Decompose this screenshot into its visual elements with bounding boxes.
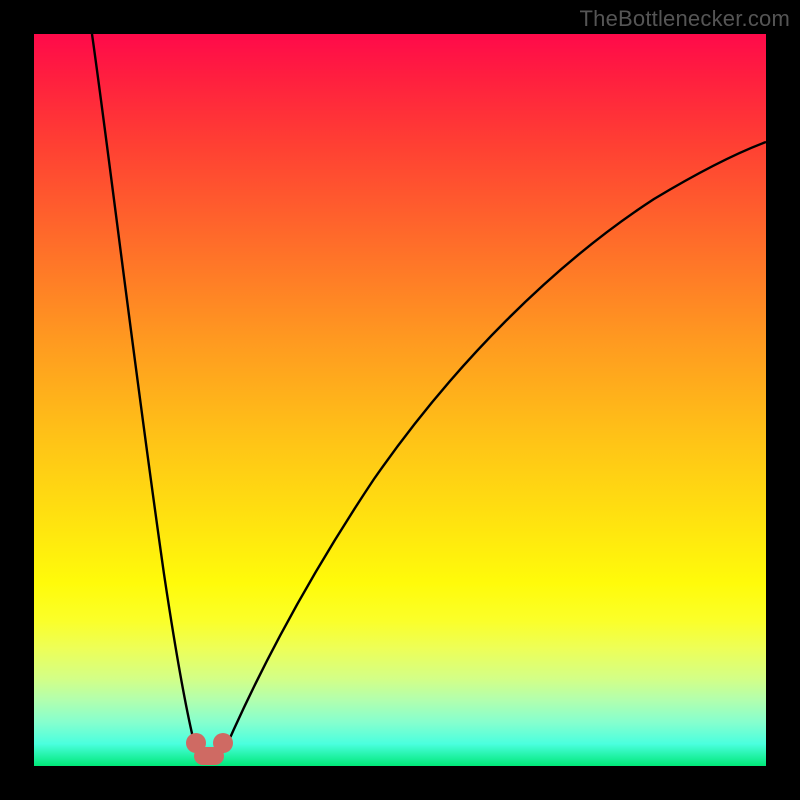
valley-marker-bar: [194, 747, 224, 765]
bottleneck-curve: [34, 34, 766, 766]
watermark-text: TheBottlenecker.com: [580, 6, 790, 32]
outer-frame: TheBottlenecker.com: [0, 0, 800, 800]
curve-left-branch: [92, 34, 204, 763]
curve-right-branch: [214, 142, 766, 763]
plot-area: [34, 34, 766, 766]
